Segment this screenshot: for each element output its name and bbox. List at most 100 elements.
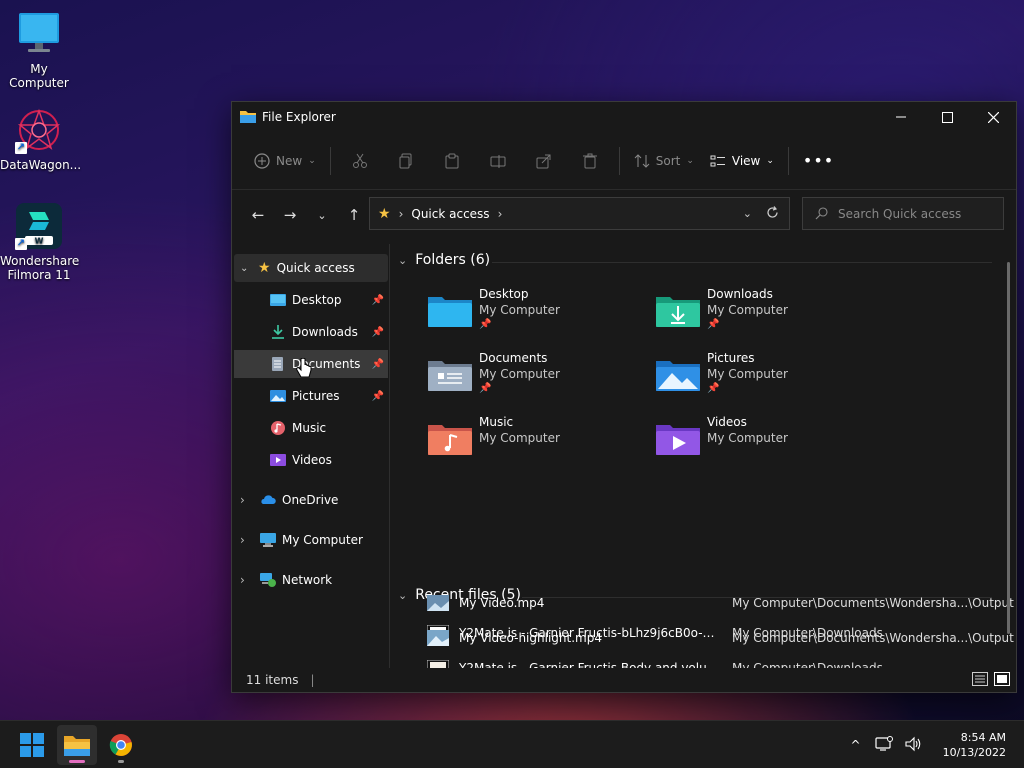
chrome-icon [109,734,132,756]
chevron-right-icon[interactable]: › [240,573,260,587]
mouse-cursor-hand-icon [296,358,312,378]
desktop-icon-label: My Computer [9,62,69,90]
sidebar-item-desktop[interactable]: Desktop 📌 [270,286,388,314]
view-list-icon [710,155,725,166]
desktop-icon-my-computer[interactable]: My Computer [0,10,78,90]
desktop-folder-icon [270,294,286,306]
sidebar-item-music[interactable]: Music [270,414,388,442]
chevron-down-icon: ⌄ [398,253,408,267]
sidebar-item-label: Music [292,421,327,435]
system-tray: ^ 8:54 AM 10/13/2022 [843,721,1024,768]
paste-button[interactable] [441,145,463,177]
view-button[interactable]: View ⌄ [702,145,782,177]
title-bar[interactable]: File Explorer [232,102,1016,132]
folder-location: My Computer [479,431,560,445]
address-bar[interactable]: ★ › Quick access › ⌄ [369,197,790,230]
folder-location: My Computer [707,303,788,317]
command-bar: New ⌄ Sort ⌄ View ⌄ ••• [232,132,1016,190]
folder-name: Music [479,415,514,429]
sidebar-item-quick-access[interactable]: ⌄ ★ Quick access [234,254,388,282]
plus-circle-icon [254,152,270,169]
folder-tile-videos[interactable]: Videos My Computer [656,415,876,471]
new-button[interactable]: New ⌄ [246,145,324,177]
taskbar: ^ 8:54 AM 10/13/2022 [0,720,1024,768]
start-button[interactable] [12,725,52,765]
pin-icon: 📌 [479,383,492,394]
chevron-down-icon[interactable]: ⌄ [240,263,258,274]
sidebar-item-network[interactable]: › Network [240,566,388,594]
copy-button[interactable] [395,145,417,177]
sidebar-item-videos[interactable]: Videos [270,446,388,474]
cut-button[interactable] [349,145,371,177]
star-icon: ★ [258,260,271,276]
up-button[interactable]: ↑ [338,199,370,231]
sidebar-item-label: Network [282,573,333,587]
folder-name: Desktop [479,287,529,301]
more-options-button[interactable]: ••• [795,145,842,177]
folder-location: My Computer [707,431,788,445]
windows-logo-icon [20,733,44,757]
sidebar-item-my-computer[interactable]: › My Computer [240,526,388,554]
sort-icon [634,153,650,168]
sidebar-item-onedrive[interactable]: › OneDrive [240,486,388,514]
folder-name: Downloads [707,287,773,301]
clock[interactable]: 8:54 AM 10/13/2022 [929,730,1024,760]
breadcrumb-quick-access[interactable]: Quick access [411,207,489,221]
search-box[interactable]: Search Quick access [802,197,1004,230]
filmora-icon: W ↗ [15,202,63,250]
address-history-button[interactable]: ⌄ [743,207,752,220]
chevron-right-icon[interactable]: › [240,533,260,547]
back-button[interactable]: ← [242,199,274,231]
folder-tile-pictures[interactable]: Pictures My Computer 📌 [656,351,876,407]
refresh-button[interactable] [766,205,779,222]
folder-location: My Computer [707,367,788,381]
sidebar-item-pictures[interactable]: Pictures 📌 [270,382,388,410]
toolbar-divider [329,146,331,175]
taskbar-chrome[interactable] [101,725,141,765]
details-view-button[interactable] [972,671,988,689]
chevron-down-icon: ⌄ [686,155,694,166]
volume-icon[interactable] [899,736,929,755]
show-hidden-icons-button[interactable]: ^ [843,738,869,752]
network-icon [260,573,276,587]
minimize-icon [896,116,906,118]
recent-file-location: My Computer\Documents\Wondersha...\Outpu… [732,596,1014,610]
content-scrollbar[interactable] [1007,262,1010,634]
recent-locations-button[interactable]: ⌄ [306,199,338,231]
tiles-view-button[interactable] [994,671,1010,689]
folder-icon [240,109,256,126]
close-button[interactable] [970,102,1016,132]
svg-text:W: W [35,237,44,246]
pin-icon: 📌 [371,326,384,338]
clipboard-icon [445,153,459,168]
taskbar-file-explorer[interactable] [57,725,97,765]
chevron-right-icon[interactable]: › [240,493,260,507]
share-button[interactable] [533,145,555,177]
folder-tile-downloads[interactable]: Downloads My Computer 📌 [656,287,876,343]
folder-tile-documents[interactable]: Documents My Computer 📌 [428,351,648,407]
recent-file-row[interactable]: My Video.mp4 My Computer\Documents\Wonde… [392,589,1014,619]
download-icon [272,325,284,339]
document-icon [272,357,283,371]
desktop-icon-filmora[interactable]: W ↗ Wondershare Filmora 11 [0,202,79,282]
folder-tile-music[interactable]: Music My Computer [428,415,648,471]
tiles-view-icon [994,671,1010,686]
delete-button[interactable] [579,145,601,177]
maximize-button[interactable] [924,102,970,132]
pin-icon: 📌 [371,390,384,402]
arrow-up-icon: ↑ [347,206,361,224]
desktop-icon-datawagon[interactable]: ↗ DataWagon... [0,106,81,172]
pin-icon: 📌 [707,319,720,330]
forward-button[interactable]: → [274,199,306,231]
network-status-icon[interactable] [869,735,899,755]
folders-section-header[interactable]: ⌄ Folders (6) [398,252,490,268]
sort-button[interactable]: Sort ⌄ [626,145,702,177]
recent-file-row[interactable]: My Video-highlight.mp4 My Computer\Docum… [392,624,1014,654]
rename-button[interactable] [487,145,509,177]
minimize-button[interactable] [878,102,924,132]
recent-file-location: My Computer\Documents\Wondersha...\Outpu… [732,631,1014,645]
sidebar-item-downloads[interactable]: Downloads 📌 [270,318,388,346]
sidebar-item-label: Desktop [292,293,342,307]
folder-tile-desktop[interactable]: Desktop My Computer 📌 [428,287,648,343]
active-indicator [69,760,85,763]
